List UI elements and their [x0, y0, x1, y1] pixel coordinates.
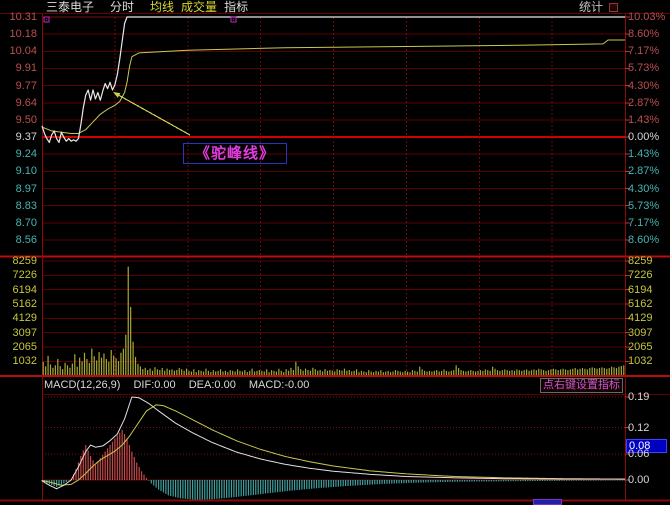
macd-formula[interactable]: MACD(12,26,9) — [44, 379, 120, 391]
macd-header: MACD(12,26,9) DIF:0.00 DEA:0.00 MACD:-0.… — [44, 379, 319, 391]
macd-value: MACD:-0.00 — [249, 379, 310, 391]
bottom-badge — [533, 499, 562, 505]
macd-dea-value: DEA:0.00 — [189, 379, 236, 391]
annotation-humpline-label[interactable]: 《驼峰线》 — [183, 143, 287, 164]
macd-histogram — [41, 430, 625, 500]
chart-marker-icons — [44, 17, 236, 22]
trading-app-window: 三泰电子 分时 均线 成交量 指标 统计 10.3110.1810.049.91… — [0, 0, 670, 505]
series-lines — [42, 17, 625, 489]
chart-canvas[interactable] — [0, 0, 670, 505]
gridlines — [0, 14, 670, 501]
macd-dif-value: DIF:0.00 — [133, 379, 175, 391]
annotation-arrow — [113, 92, 190, 135]
indicator-settings-hint[interactable]: 点右键设置指标 — [540, 378, 623, 393]
